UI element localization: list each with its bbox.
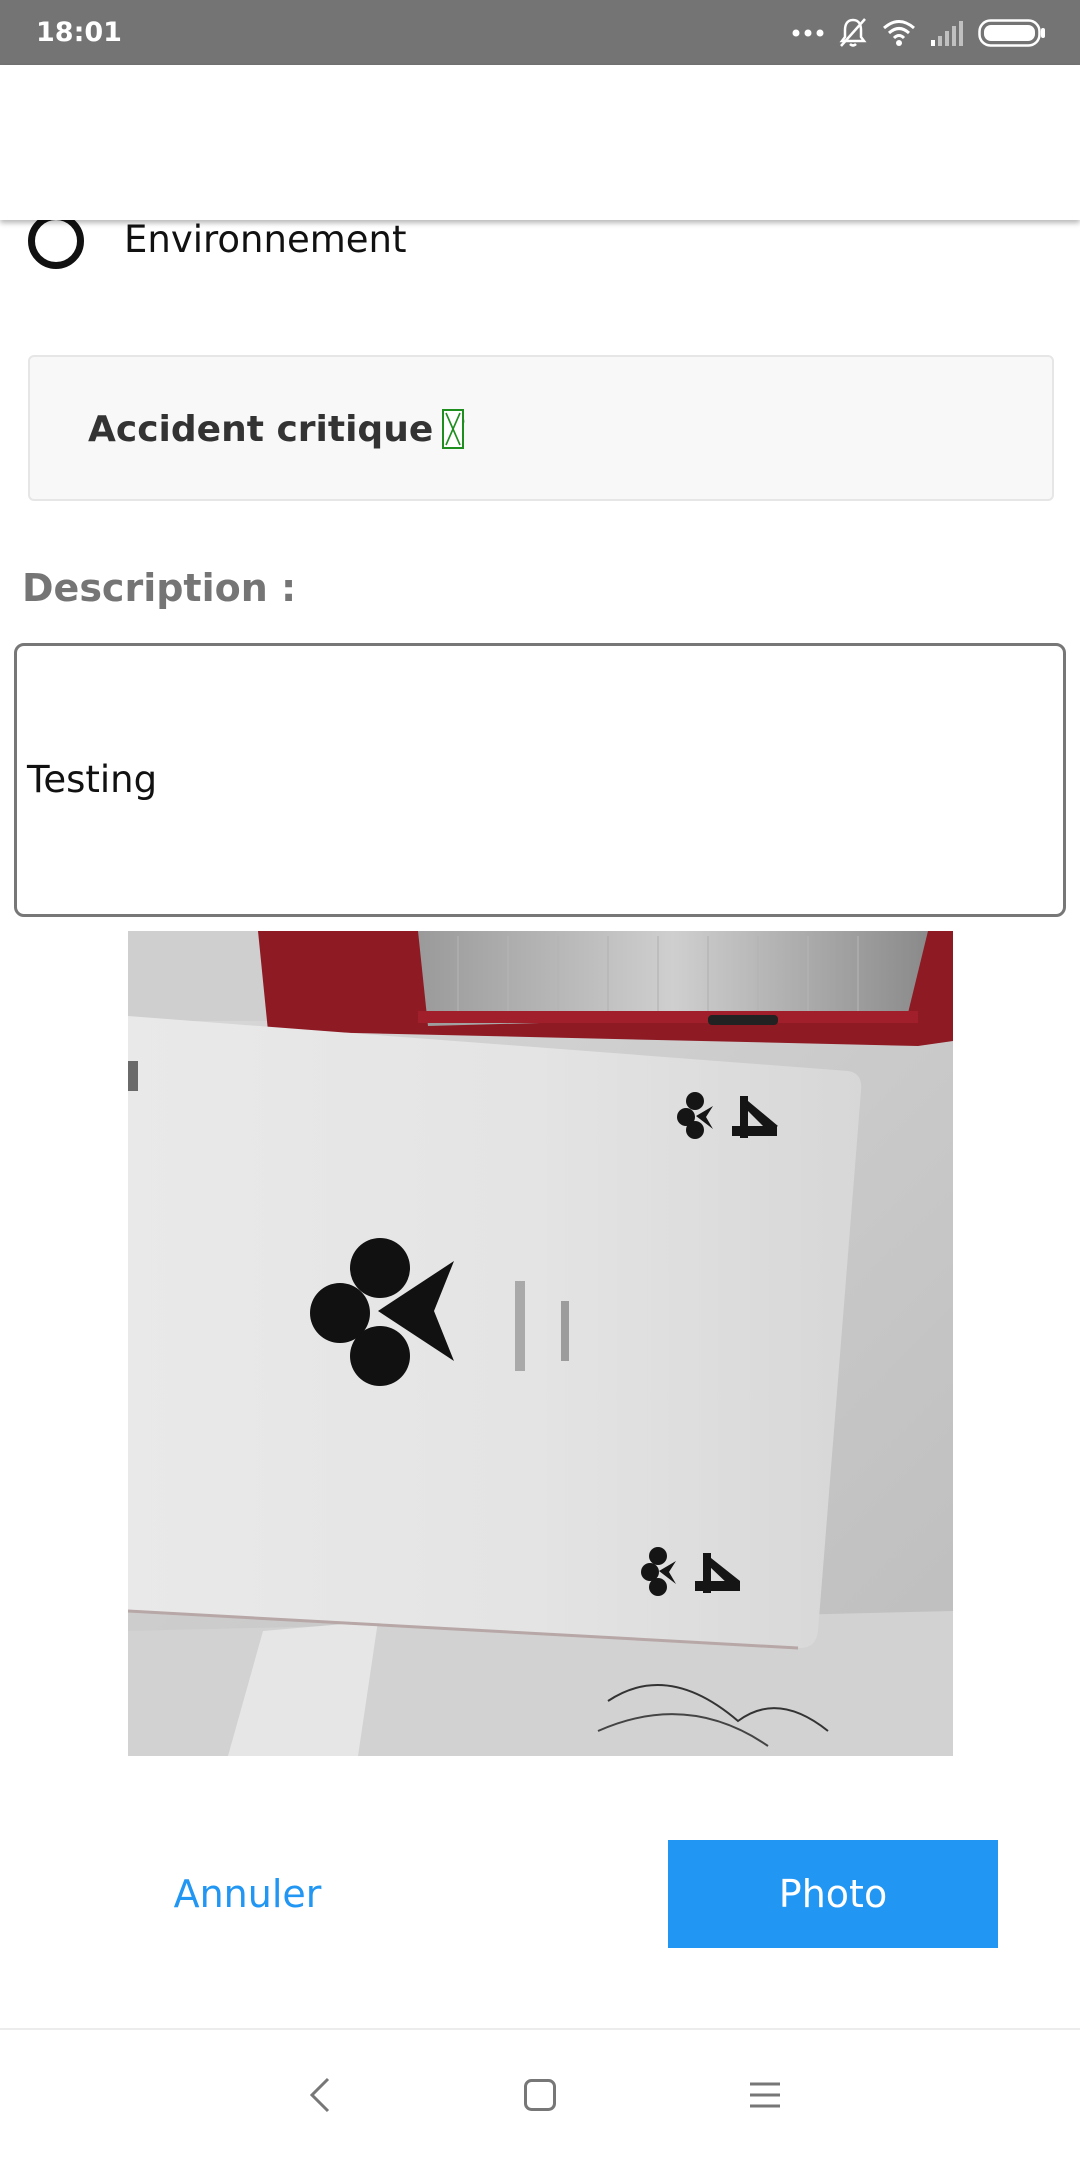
signal-icon (931, 20, 963, 46)
recents-icon (750, 2082, 780, 2108)
nav-home-button[interactable] (480, 2030, 600, 2160)
bell-off-icon (839, 17, 867, 47)
nav-recents-button[interactable] (705, 2030, 825, 2160)
more-dots-icon (792, 29, 824, 36)
description-value: Testing (27, 758, 158, 801)
photo-button[interactable]: Photo (668, 1840, 998, 1948)
status-icons (792, 0, 1046, 65)
back-icon (309, 2077, 330, 2113)
navigation-bar (0, 2028, 1080, 2160)
photo-preview (128, 931, 953, 1756)
status-bar: 18:01 (0, 0, 1080, 65)
description-label: Description : (22, 566, 297, 610)
nav-back-button[interactable] (260, 2030, 380, 2160)
cancel-button[interactable]: Annuler (140, 1840, 355, 1948)
wifi-icon (883, 19, 915, 46)
battery-icon (978, 18, 1045, 47)
photo-image (128, 931, 953, 1756)
radio-button[interactable] (28, 213, 84, 269)
critical-accident-card: Accident critique ? (28, 355, 1054, 501)
critical-accident-checkbox[interactable] (442, 409, 464, 449)
home-icon (524, 2079, 556, 2111)
critical-accident-label: Accident critique ? (88, 409, 467, 450)
checkbox-cross-icon (445, 412, 461, 446)
description-field[interactable]: Testing (14, 643, 1066, 917)
app-bar (0, 65, 1080, 220)
status-time: 18:01 (36, 17, 122, 48)
